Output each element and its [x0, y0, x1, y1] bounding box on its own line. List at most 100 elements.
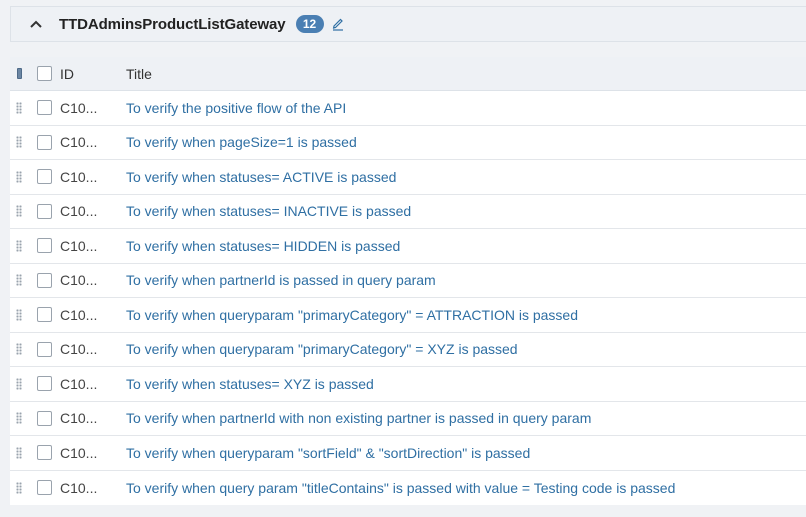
case-id: C10... [60, 444, 98, 461]
case-id: C10... [60, 479, 98, 496]
table-row[interactable]: C10... To verify when statuses= INACTIVE … [10, 194, 806, 229]
case-title-link[interactable]: To verify when statuses= HIDDEN is passe… [126, 238, 400, 254]
chevron-up-icon[interactable] [25, 13, 47, 35]
case-title-cell: To verify when queryparam "sortField" & … [126, 445, 806, 461]
case-title-cell: To verify when statuses= INACTIVE is pas… [126, 203, 806, 219]
drag-handle-icon[interactable] [16, 170, 22, 183]
drag-handle-icon[interactable] [16, 239, 22, 252]
case-title-link[interactable]: To verify when statuses= XYZ is passed [126, 376, 374, 392]
case-title-cell: To verify when queryparam "primaryCatego… [126, 341, 806, 357]
drag-handle-cell [10, 446, 28, 459]
table-row[interactable]: C10... To verify when statuses= HIDDEN is… [10, 229, 806, 264]
row-checkbox-cell [28, 410, 60, 426]
row-checkbox[interactable] [36, 100, 52, 116]
drag-handle-icon[interactable] [16, 481, 22, 494]
row-checkbox[interactable] [36, 203, 52, 219]
case-title-link[interactable]: To verify when partnerId is passed in qu… [126, 272, 436, 288]
table-row[interactable]: C10... To verify when partnerId is passed… [10, 263, 806, 298]
drag-handle-icon[interactable] [16, 101, 22, 114]
case-title-cell: To verify when partnerId with non existi… [126, 410, 806, 426]
select-all-checkbox[interactable] [36, 66, 52, 81]
table-row[interactable]: C10... To verify when query param "titleC… [10, 470, 806, 505]
row-checkbox-cell [28, 307, 60, 323]
case-id: C10... [60, 410, 98, 427]
row-checkbox-cell [28, 100, 60, 116]
row-checkbox[interactable] [36, 480, 52, 496]
case-id: C10... [60, 237, 98, 254]
case-title-link[interactable]: To verify when queryparam "primaryCatego… [126, 341, 518, 357]
case-title-cell: To verify when statuses= HIDDEN is passe… [126, 238, 806, 254]
case-id: C10... [60, 375, 98, 392]
case-title-cell: To verify when queryparam "primaryCatego… [126, 307, 806, 323]
column-toggle-cell [10, 68, 28, 79]
row-checkbox[interactable] [36, 410, 52, 426]
pencil-icon[interactable] [332, 16, 346, 32]
drag-handle-cell [10, 101, 28, 114]
row-checkbox[interactable] [36, 272, 52, 288]
case-title-link[interactable]: To verify when statuses= ACTIVE is passe… [126, 169, 396, 185]
drag-handle-icon[interactable] [16, 377, 22, 390]
table-row[interactable]: C10... To verify when queryparam "sortFie… [10, 436, 806, 471]
case-id: C10... [60, 341, 98, 358]
drag-handle-cell [10, 412, 28, 425]
table-row[interactable]: C10... To verify when statuses= ACTIVE is… [10, 160, 806, 195]
column-header-id[interactable]: ID [60, 66, 126, 82]
case-id: C10... [60, 306, 98, 323]
case-title-link[interactable]: To verify when partnerId with non existi… [126, 410, 591, 426]
table-row[interactable]: C10... To verify the positive flow of the… [10, 91, 806, 126]
case-title-link[interactable]: To verify when queryparam "primaryCatego… [126, 307, 578, 323]
table-row[interactable]: C10... To verify when queryparam "primary… [10, 298, 806, 333]
section-title: TTDAdminsProductListGateway [59, 15, 286, 33]
drag-handle-cell [10, 205, 28, 218]
row-checkbox-cell [28, 376, 60, 392]
row-checkbox-cell [28, 272, 60, 288]
row-checkbox[interactable] [36, 307, 52, 323]
table-row[interactable]: C10... To verify when pageSize=1 is passe… [10, 125, 806, 160]
case-id: C10... [60, 134, 98, 151]
row-checkbox-cell [28, 238, 60, 254]
row-checkbox[interactable] [36, 341, 52, 357]
row-checkbox[interactable] [36, 445, 52, 461]
row-checkbox-cell [28, 169, 60, 185]
case-id: C10... [60, 203, 98, 220]
case-id: C10... [60, 168, 98, 185]
section-header: TTDAdminsProductListGateway 12 [10, 6, 806, 42]
row-checkbox[interactable] [36, 169, 52, 185]
table-row[interactable]: C10... To verify when queryparam "primary… [10, 332, 806, 367]
drag-handle-icon[interactable] [16, 205, 22, 218]
drag-handle-icon[interactable] [16, 412, 22, 425]
case-title-link[interactable]: To verify the positive flow of the API [126, 100, 346, 116]
row-checkbox-cell [28, 480, 60, 496]
drag-handle-icon[interactable] [16, 136, 22, 149]
row-checkbox[interactable] [36, 376, 52, 392]
column-header-title[interactable]: Title [126, 66, 806, 82]
case-title-link[interactable]: To verify when statuses= INACTIVE is pas… [126, 203, 411, 219]
table-row[interactable]: C10... To verify when statuses= XYZ is pa… [10, 367, 806, 402]
case-title-cell: To verify when partnerId is passed in qu… [126, 272, 806, 288]
drag-handle-icon[interactable] [16, 274, 22, 287]
case-id: C10... [60, 99, 98, 116]
drag-handle-icon[interactable] [16, 446, 22, 459]
case-title-link[interactable]: To verify when pageSize=1 is passed [126, 134, 357, 150]
drag-handle-cell [10, 274, 28, 287]
row-checkbox[interactable] [36, 134, 52, 150]
case-title-cell: To verify when query param "titleContain… [126, 480, 806, 496]
drag-handle-cell [10, 308, 28, 321]
row-checkbox-cell [28, 203, 60, 219]
drag-handle-cell [10, 136, 28, 149]
case-title-link[interactable]: To verify when queryparam "sortField" & … [126, 445, 530, 461]
table-header: ID Title [10, 57, 806, 91]
case-title-cell: To verify the positive flow of the API [126, 100, 806, 116]
drag-handle-cell [10, 377, 28, 390]
drag-handle-cell [10, 170, 28, 183]
row-checkbox-cell [28, 445, 60, 461]
column-toggle-icon[interactable] [16, 68, 22, 79]
row-checkbox[interactable] [36, 238, 52, 254]
case-title-link[interactable]: To verify when query param "titleContain… [126, 480, 675, 496]
drag-handle-icon[interactable] [16, 308, 22, 321]
table-row[interactable]: C10... To verify when partnerId with non … [10, 401, 806, 436]
drag-handle-icon[interactable] [16, 343, 22, 356]
case-id: C10... [60, 272, 98, 289]
test-case-table: ID Title C10... To verify the positive fl… [10, 57, 806, 505]
case-count-badge: 12 [295, 15, 324, 33]
